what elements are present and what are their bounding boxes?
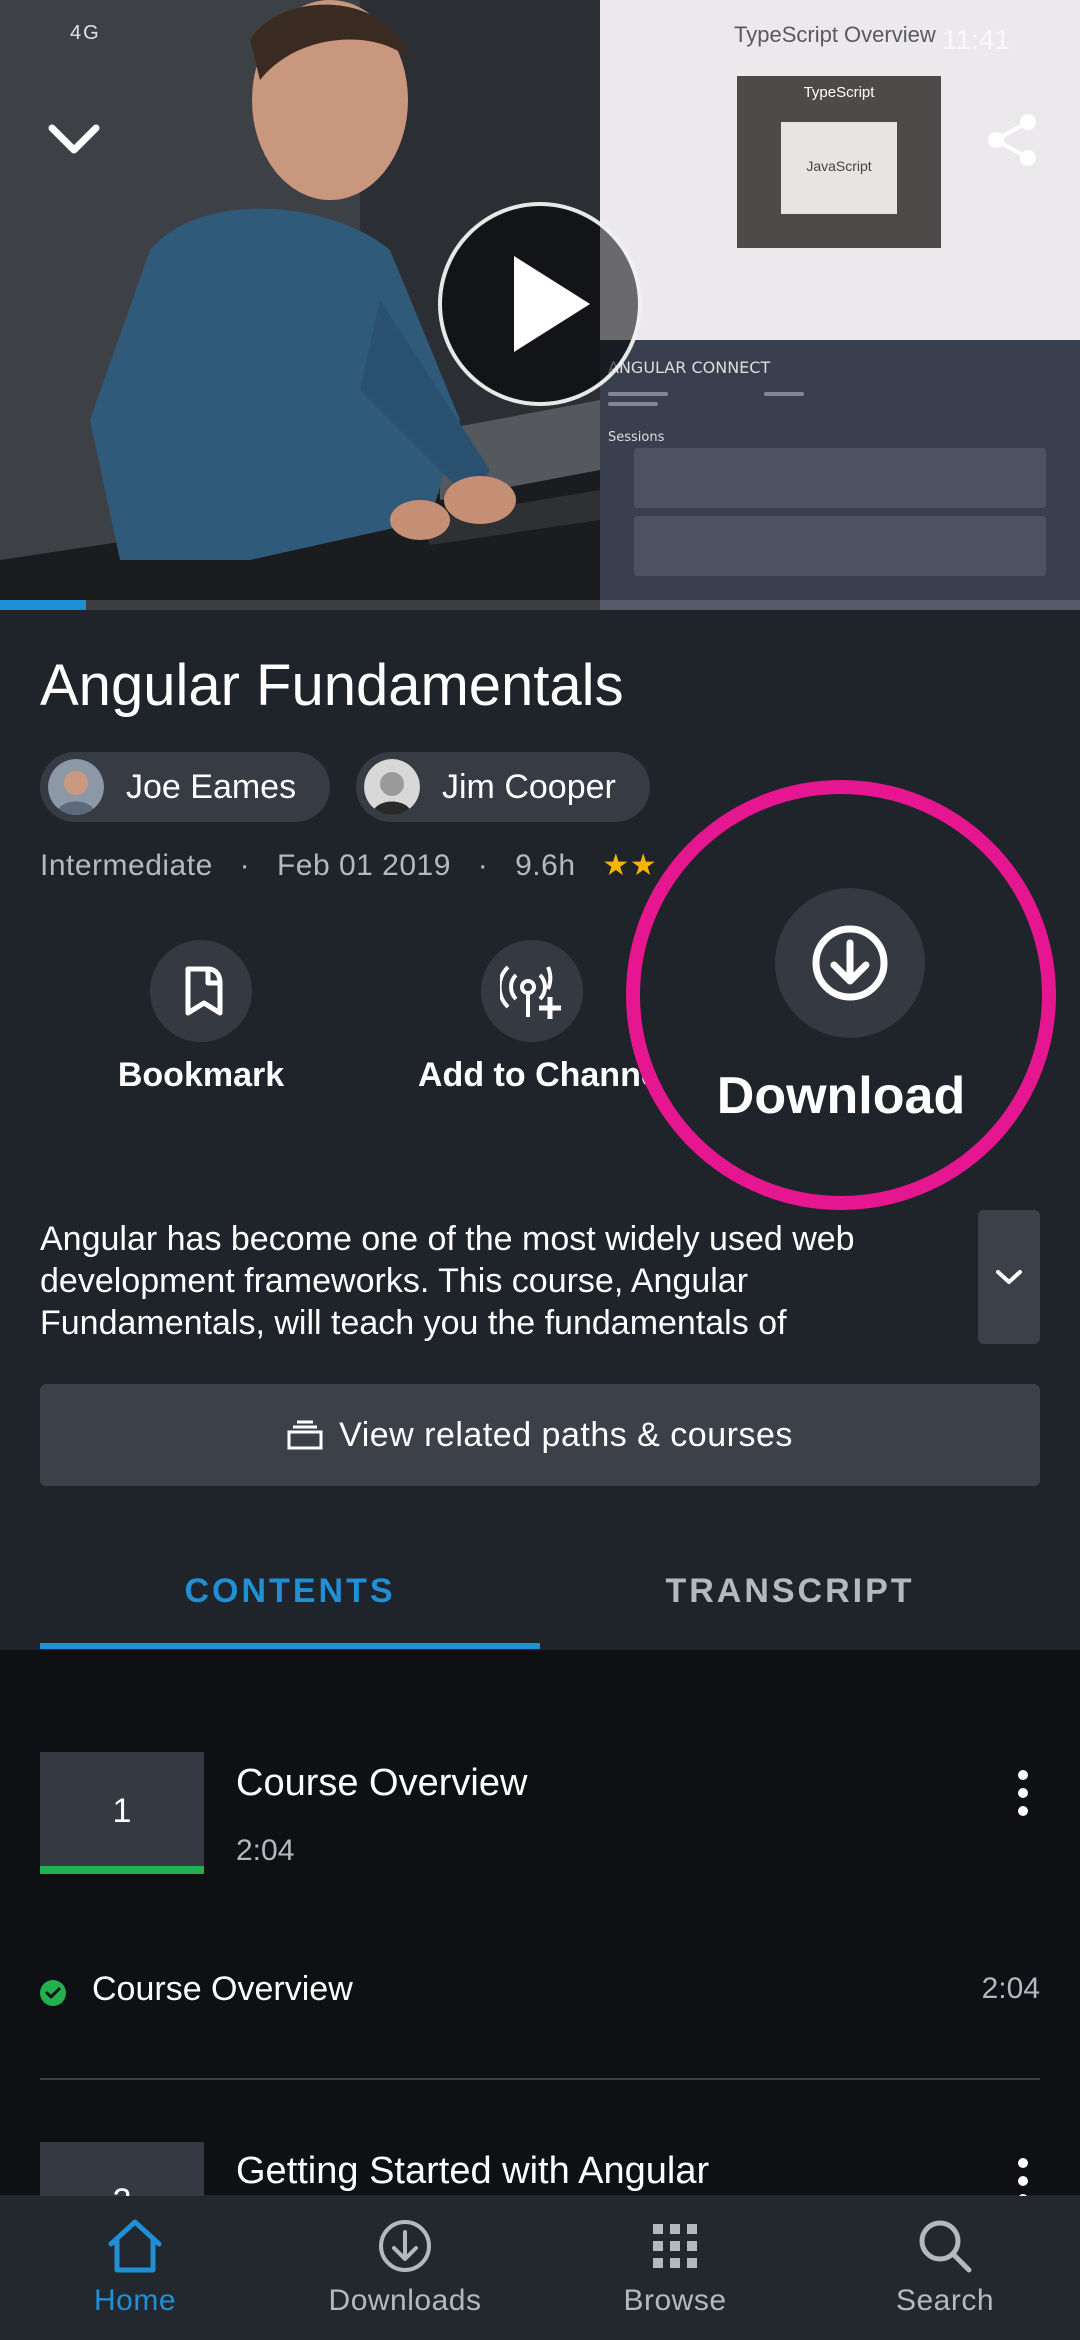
author-chip[interactable]: Jim Cooper — [356, 752, 650, 822]
author-chip[interactable]: Joe Eames — [40, 752, 331, 822]
typescript-box: TypeScript JavaScript — [737, 76, 941, 248]
stack-icon — [287, 1420, 323, 1450]
course-date: Feb 01 2019 — [276, 849, 451, 882]
grid-icon — [653, 2224, 697, 2268]
nav-home-label: Home — [93, 2284, 177, 2317]
play-button[interactable] — [438, 202, 642, 406]
download-label: Download — [716, 1067, 966, 1125]
rating-stars: ★★ — [602, 849, 658, 882]
clip-title: Course Overview — [92, 1970, 353, 2008]
module-progress-bar — [40, 1866, 204, 1874]
module-thumbnail[interactable]: 1 — [40, 1752, 204, 1874]
chevron-down-icon — [996, 1270, 1022, 1284]
course-level: Intermediate — [40, 849, 213, 882]
avatar — [364, 759, 420, 815]
expand-description-button[interactable] — [978, 1210, 1040, 1344]
app-screenshot-panel: ANGULAR CONNECT Sessions — [600, 340, 1080, 610]
download-icon — [812, 925, 888, 1001]
play-icon — [514, 256, 590, 352]
slide-title: TypeScript Overview — [734, 22, 936, 47]
author-name: Jim Cooper — [442, 767, 616, 806]
screen-session-card — [634, 448, 1046, 508]
course-meta: Intermediate · Feb 01 2019 · 9.6h ★★ — [40, 848, 657, 883]
add-to-channel-label: Add to Channel — [418, 1056, 652, 1094]
course-title: Angular Fundamentals — [40, 653, 624, 718]
video-progress-fill — [0, 600, 87, 610]
add-to-channel-icon-button — [481, 940, 583, 1042]
search-icon — [919, 2220, 972, 2273]
javascript-label: JavaScript — [806, 158, 872, 174]
add-to-channel-button[interactable]: Add to Channel — [412, 940, 652, 1095]
tab-active-indicator — [40, 1643, 540, 1649]
status-bar-time: 11:41 — [942, 24, 1010, 55]
nav-search[interactable]: Search — [810, 2196, 1080, 2340]
javascript-box: JavaScript — [781, 122, 897, 214]
download-icon-button[interactable] — [775, 888, 925, 1038]
bookmark-button[interactable]: Bookmark — [100, 940, 302, 1095]
download-highlight-ring[interactable]: Download — [626, 780, 1056, 1210]
nav-browse-label: Browse — [623, 2284, 727, 2317]
course-description: Angular has become one of the most widel… — [40, 1220, 855, 1342]
broadcast-add-icon — [500, 965, 561, 1019]
share-icon[interactable] — [984, 110, 1040, 170]
status-bar-signal: 4G — [70, 22, 101, 44]
download-icon — [379, 2220, 431, 2272]
home-icon — [108, 2219, 162, 2273]
video-progress-bar[interactable] — [0, 600, 1080, 610]
chevron-down-icon[interactable] — [44, 110, 104, 170]
screen-text-line — [764, 392, 804, 396]
nav-downloads-label: Downloads — [328, 2284, 482, 2317]
tab-contents[interactable]: CONTENTS — [40, 1572, 540, 1611]
module-number: 1 — [112, 1792, 132, 1830]
clip-row[interactable]: Course Overview 2:04 — [40, 1966, 1040, 2016]
module-duration: 2:04 — [236, 1834, 295, 1867]
view-related-label: View related paths & courses — [339, 1415, 793, 1454]
meta-separator: · — [477, 849, 489, 882]
view-related-button[interactable]: View related paths & courses — [40, 1384, 1040, 1486]
video-player[interactable]: TypeScript Overview TypeScript JavaScrip… — [0, 0, 1080, 610]
screen-session-card — [634, 516, 1046, 576]
module-title[interactable]: Course Overview — [236, 1762, 527, 1805]
contents-list — [0, 1650, 1080, 2195]
tab-transcript[interactable]: TRANSCRIPT — [540, 1572, 1040, 1611]
avatar — [48, 759, 104, 815]
completed-check-icon — [40, 1980, 66, 2006]
bookmark-label: Bookmark — [117, 1056, 285, 1094]
meta-separator: · — [239, 849, 251, 882]
typescript-label: TypeScript — [803, 84, 875, 101]
bookmark-icon — [185, 966, 223, 1016]
course-duration: 9.6h — [515, 849, 576, 882]
clip-duration: 2:04 — [981, 1972, 1040, 2005]
bottom-navigation: Home Downloads Browse Search — [0, 2196, 1080, 2340]
nav-home[interactable]: Home — [0, 2196, 270, 2340]
nav-search-label: Search — [895, 2284, 995, 2317]
more-options-icon[interactable] — [1010, 1768, 1036, 1818]
nav-downloads[interactable]: Downloads — [270, 2196, 540, 2340]
author-name: Joe Eames — [126, 767, 297, 806]
screen-sessions-label: Sessions — [608, 430, 665, 445]
divider — [40, 2078, 1040, 2080]
bookmark-icon-button — [150, 940, 252, 1042]
nav-browse[interactable]: Browse — [540, 2196, 810, 2340]
module-title[interactable]: Getting Started with Angular — [236, 2150, 709, 2193]
